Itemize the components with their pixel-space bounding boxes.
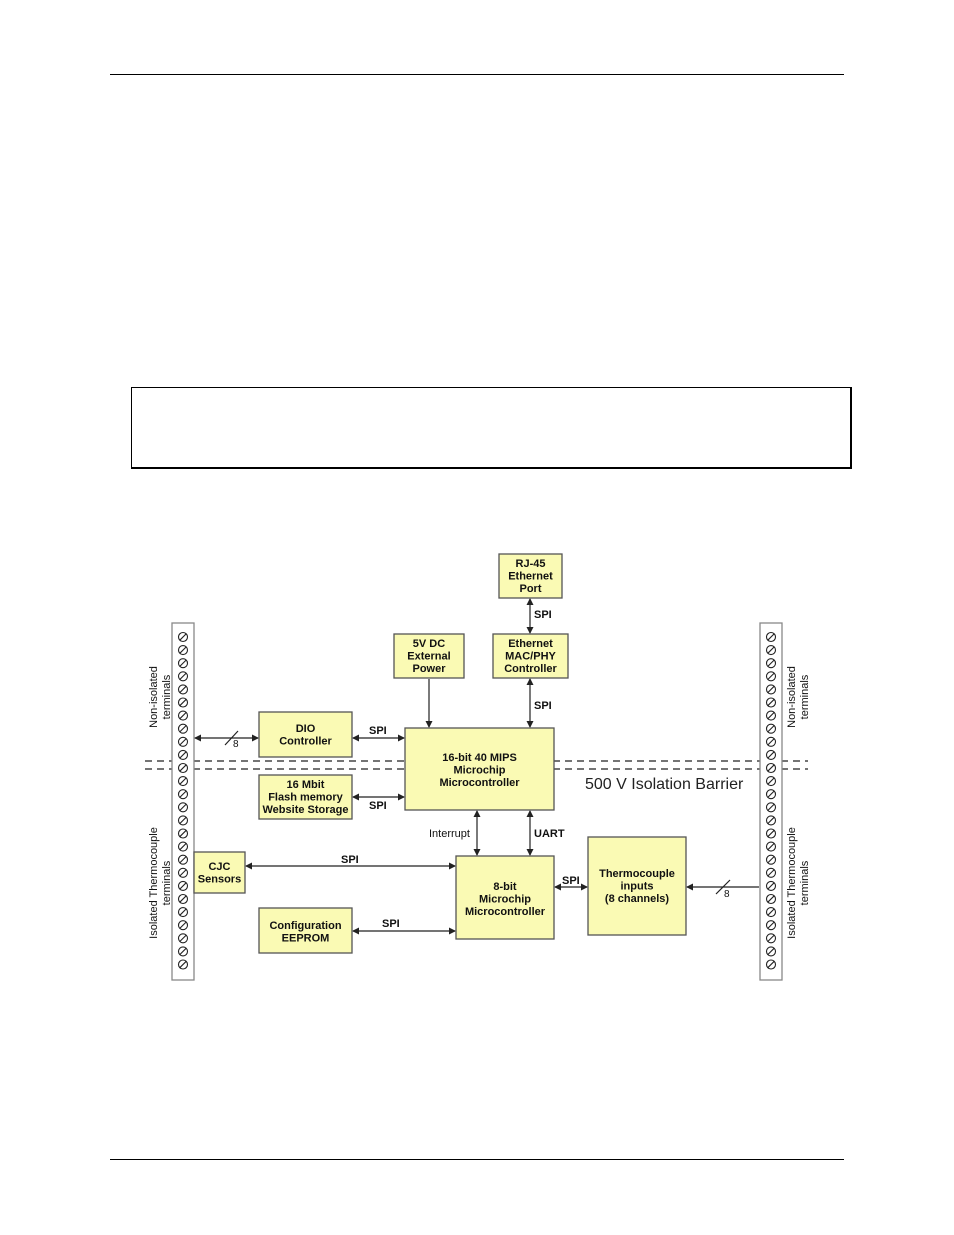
terminal-screw-icon [765, 736, 777, 747]
terminal-screw-icon [177, 776, 189, 787]
terminal-screw-icon [765, 802, 777, 813]
tc-mcu8-signal: SPI [562, 875, 580, 887]
right-isolated-label: Isolated Thermocoupleterminals [786, 827, 811, 939]
terminal-screw-icon [765, 723, 777, 734]
power-block: 5V DC External Power [393, 633, 465, 679]
terminal-screw-icon [177, 645, 189, 656]
terminal-screw-icon [765, 762, 777, 774]
terminal-screw-icon [177, 893, 189, 905]
barrier-label: 500 V Isolation Barrier [585, 776, 744, 793]
terminal-screw-icon [765, 907, 777, 918]
terminal-screw-icon [177, 802, 189, 813]
terminal-screw-icon [177, 789, 189, 800]
terminal-screw-icon [177, 946, 189, 957]
cjc-sensors-block: CJC Sensors [193, 851, 246, 894]
terminal-screw-icon [177, 959, 189, 970]
mcu16-block: 16-bit 40 MIPS Microchip Microcontroller [404, 727, 555, 811]
terminal-screw-icon [177, 736, 189, 747]
right-non-isolated-label: Non-isolatedterminals [786, 666, 811, 728]
terminal-screw-icon [765, 631, 777, 643]
terminal-screw-icon [765, 658, 777, 669]
eeprom-mcu8-signal: SPI [382, 918, 400, 930]
terminal-screw-icon [765, 671, 777, 682]
terminal-screw-icon [765, 920, 777, 931]
terminal-screw-icon [765, 841, 777, 852]
terminal-screw-icon [765, 946, 777, 957]
dio-controller-block: DIO Controller [258, 711, 353, 758]
terminal-screw-icon [765, 880, 777, 891]
terminal-screw-icon [765, 933, 777, 944]
flash-memory-block: 16 Mbit Flash memory Website Storage [258, 774, 353, 820]
svg-text:EthernetMAC/PHYController: Ethernet MAC/PHY Controller [504, 638, 557, 675]
terminal-screw-icon [177, 867, 189, 878]
svg-text:5V DCExternalPower: 5V DC External Power [407, 638, 450, 675]
terminal-screw-icon [765, 645, 777, 656]
terminal-screw-icon [177, 671, 189, 682]
terminal-screw-icon [765, 749, 777, 760]
bus-width-right: 8 [724, 889, 730, 900]
bus-width-left: 8 [233, 739, 239, 750]
terminal-screw-icon [765, 828, 777, 839]
interrupt-signal: Interrupt [429, 828, 470, 840]
terminal-screw-icon [765, 710, 777, 721]
terminal-screw-icon [177, 658, 189, 669]
terminal-screw-icon [765, 959, 777, 970]
terminal-screw-icon [177, 684, 189, 695]
terminal-screw-icon [177, 854, 189, 865]
terminal-screw-icon [765, 684, 777, 695]
uart-signal: UART [534, 828, 565, 840]
flash-mcu16-signal: SPI [369, 800, 387, 812]
terminal-screw-icon [177, 920, 189, 931]
terminal-screw-icon [177, 933, 189, 944]
left-non-isolated-label: Non-isolatedterminals [148, 666, 173, 728]
eeprom-block: Configuration EEPROM [258, 907, 353, 954]
terminal-screw-icon [177, 762, 189, 774]
terminal-screw-icon [177, 880, 189, 891]
left-isolated-label: Isolated Thermocoupleterminals [148, 827, 173, 939]
terminal-screw-icon [177, 631, 189, 643]
terminal-screw-icon [765, 776, 777, 787]
cjc-mcu8-signal: SPI [341, 854, 359, 866]
terminal-screw-icon [765, 867, 777, 878]
mcu8-block: 8-bit Microchip Microcontroller [455, 855, 555, 940]
rj45-mac-signal: SPI [534, 609, 552, 621]
terminal-screw-icon [177, 907, 189, 918]
terminal-screw-icon [765, 697, 777, 708]
terminal-screw-icon [177, 815, 189, 826]
terminal-screw-icon [177, 723, 189, 734]
terminal-screw-icon [765, 789, 777, 800]
terminal-screw-icon [765, 815, 777, 826]
terminal-screw-icon [177, 710, 189, 721]
terminal-screw-icon [765, 854, 777, 865]
terminal-screw-icon [177, 828, 189, 839]
terminal-screw-icon [177, 749, 189, 760]
dio-mcu16-signal: SPI [369, 725, 387, 737]
thermocouple-inputs-block: Thermocouple inputs (8 channels) [587, 836, 687, 936]
block-diagram: 500 V Isolation Barrier Non-isolatedterm… [145, 553, 811, 981]
terminal-screw-icon [177, 841, 189, 852]
rj45-port-block: RJ-45 Ethernet Port [498, 553, 563, 599]
terminal-screw-icon [765, 893, 777, 905]
mac-mcu16-signal: SPI [534, 700, 552, 712]
ethernet-mac-block: Ethernet MAC/PHY Controller [492, 633, 569, 679]
terminal-screw-icon [177, 697, 189, 708]
